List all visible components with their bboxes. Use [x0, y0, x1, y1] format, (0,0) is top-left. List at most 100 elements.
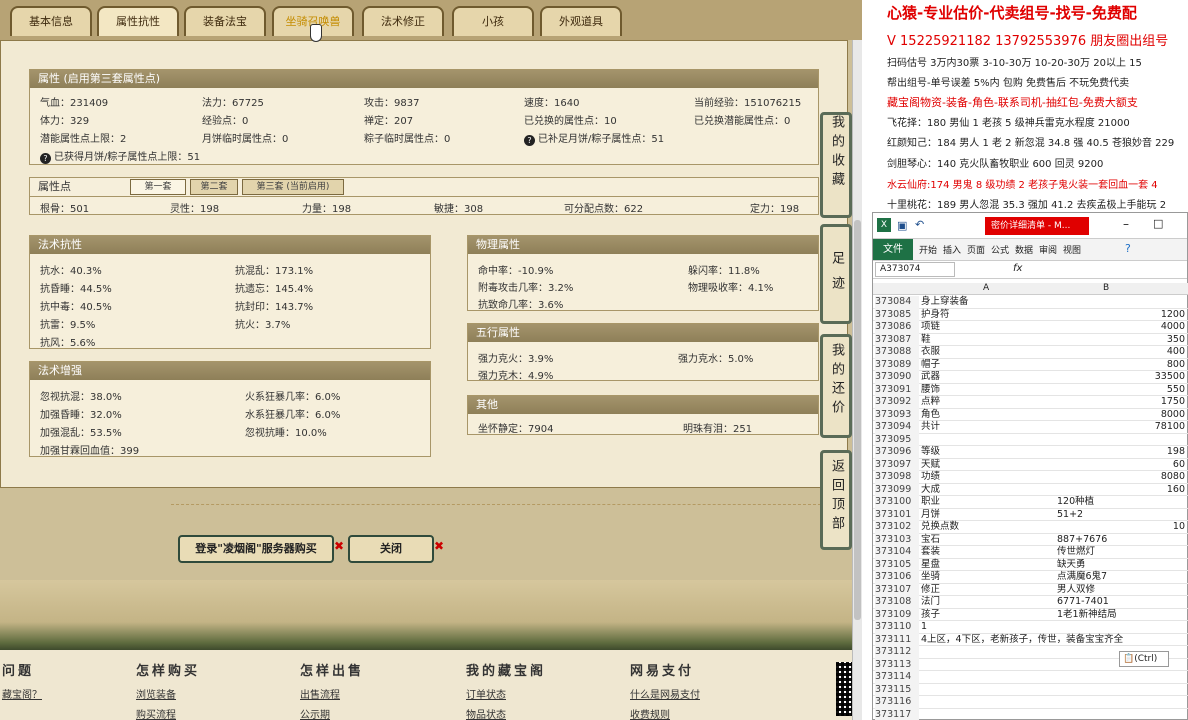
- fx-icon[interactable]: fx: [1013, 263, 1022, 274]
- footer-link[interactable]: 收费规则: [630, 706, 670, 720]
- footer-link[interactable]: 浏览装备: [136, 686, 176, 701]
- ribbon-tab[interactable]: 公式: [991, 243, 1009, 256]
- sheet-row[interactable]: 373101 月饼 51+2: [873, 508, 1188, 522]
- row-number[interactable]: 373100: [875, 496, 919, 509]
- cell-a[interactable]: 护身符: [921, 309, 950, 322]
- row-number[interactable]: 373087: [875, 333, 919, 346]
- scrollbar[interactable]: [852, 40, 862, 720]
- row-number[interactable]: 373111: [875, 633, 919, 646]
- footer-link[interactable]: 出售流程: [300, 686, 340, 701]
- row-number[interactable]: 373091: [875, 383, 919, 396]
- cell-a[interactable]: 星盘: [921, 559, 940, 572]
- subtab-set3[interactable]: 第三套 (当前启用): [242, 179, 344, 195]
- sidebar-my-offers[interactable]: 我的还价: [820, 334, 852, 438]
- sheet-row[interactable]: 373097 天赋 60: [873, 458, 1188, 472]
- cell-a[interactable]: 孩子: [921, 609, 940, 622]
- row-number[interactable]: 373090: [875, 371, 919, 384]
- row-number[interactable]: 373104: [875, 546, 919, 559]
- row-number[interactable]: 373102: [875, 521, 919, 534]
- sheet-row[interactable]: 373110 1: [873, 621, 1188, 634]
- paste-options-button[interactable]: 📋(Ctrl): [1119, 651, 1169, 667]
- sheet-row[interactable]: 373102 兑换点数 10: [873, 521, 1188, 534]
- row-number[interactable]: 373097: [875, 458, 919, 471]
- sheet-row[interactable]: 373115: [873, 683, 1188, 696]
- row-number[interactable]: 373103: [875, 533, 919, 546]
- ribbon-tab[interactable]: 视图: [1063, 243, 1081, 256]
- row-number[interactable]: 373112: [875, 646, 919, 659]
- cell-a[interactable]: 共计: [921, 421, 940, 434]
- sheet-row[interactable]: 373088 衣服 400: [873, 346, 1188, 359]
- cell-b[interactable]: 8000: [1161, 409, 1185, 422]
- sheet-row[interactable]: 373111 4上区，4下区，老新孩子，传世，装备宝宝齐全: [873, 633, 1188, 646]
- help-icon[interactable]: ?: [524, 135, 535, 146]
- cell-b[interactable]: 男人双修: [1057, 584, 1095, 597]
- sheet-row[interactable]: 373093 角色 8000: [873, 408, 1188, 422]
- sheet-row[interactable]: 373098 功绩 8080: [873, 471, 1188, 484]
- cell-a[interactable]: 功绩: [921, 471, 940, 484]
- cell-a[interactable]: 修正: [921, 584, 940, 597]
- cell-b[interactable]: 198: [1167, 446, 1185, 459]
- ribbon-tab[interactable]: 页面: [967, 243, 985, 256]
- ribbon-tab[interactable]: 开始: [919, 243, 937, 256]
- cell-b[interactable]: 1老1新神结局: [1057, 609, 1117, 622]
- row-number[interactable]: 373093: [875, 408, 919, 421]
- cell-b[interactable]: 8080: [1161, 471, 1185, 484]
- help-icon[interactable]: ?: [1125, 242, 1131, 255]
- tab-appearance[interactable]: 外观道具: [540, 6, 622, 36]
- sheet-row[interactable]: 373094 共计 78100: [873, 421, 1188, 434]
- cell-a[interactable]: 项链: [921, 321, 940, 334]
- cell-a[interactable]: 身上穿装备: [921, 296, 969, 309]
- row-number[interactable]: 373101: [875, 508, 919, 521]
- sheet-row[interactable]: 373090 武器 33500: [873, 371, 1188, 384]
- cell-a[interactable]: 天赋: [921, 459, 940, 472]
- sheet-row[interactable]: 373104 套装 传世燃灯: [873, 546, 1188, 559]
- row-number[interactable]: 373107: [875, 583, 919, 596]
- row-number[interactable]: 373105: [875, 558, 919, 571]
- cell-a[interactable]: 坐骑: [921, 571, 940, 584]
- cell-a[interactable]: 腰饰: [921, 384, 940, 397]
- cell-b[interactable]: 60: [1173, 459, 1185, 472]
- sheet-row[interactable]: 373106 坐骑 点满魔6鬼7: [873, 571, 1188, 584]
- ribbon-tab[interactable]: 审阅: [1039, 243, 1057, 256]
- sidebar-favorites[interactable]: 我的收藏: [820, 112, 852, 218]
- login-buy-button[interactable]: 登录"凌烟阁"服务器购买: [178, 535, 334, 563]
- cell-a[interactable]: 鞋: [921, 334, 931, 347]
- cell-b[interactable]: 10: [1173, 521, 1185, 534]
- ribbon-tab[interactable]: 插入: [943, 243, 961, 256]
- cell-b[interactable]: 点满魔6鬼7: [1057, 571, 1107, 584]
- tab-spell-correct[interactable]: 法术修正: [362, 6, 444, 36]
- row-number[interactable]: 373115: [875, 683, 919, 696]
- cell-b[interactable]: 4000: [1161, 321, 1185, 334]
- row-number[interactable]: 373095: [875, 433, 919, 446]
- cell-b[interactable]: 350: [1167, 334, 1185, 347]
- ribbon-tab-file[interactable]: 文件: [873, 239, 913, 260]
- tab-attr-resist[interactable]: 属性抗性: [97, 6, 179, 36]
- cell-b[interactable]: 1200: [1161, 309, 1185, 322]
- row-number[interactable]: 373108: [875, 596, 919, 609]
- column-header-b[interactable]: B: [1103, 283, 1109, 293]
- cell-a[interactable]: 大成: [921, 484, 940, 497]
- tab-equip[interactable]: 装备法宝: [184, 6, 266, 36]
- sheet-row[interactable]: 373099 大成 160: [873, 483, 1188, 497]
- sheet-row[interactable]: 373108 法门 6771-7401: [873, 596, 1188, 609]
- row-number[interactable]: 373092: [875, 396, 919, 409]
- cell-a[interactable]: 套装: [921, 546, 940, 559]
- sidebar-footprint[interactable]: 足迹: [820, 224, 852, 324]
- cell-a[interactable]: 法门: [921, 596, 940, 609]
- sheet-row[interactable]: 373087 鞋 350: [873, 333, 1188, 347]
- name-box[interactable]: A373074: [875, 262, 955, 277]
- column-header-a[interactable]: A: [983, 283, 989, 293]
- row-number[interactable]: 373085: [875, 308, 919, 321]
- help-icon[interactable]: ?: [40, 153, 51, 164]
- row-number[interactable]: 373117: [875, 708, 919, 720]
- row-number[interactable]: 373089: [875, 358, 919, 371]
- cell-a[interactable]: 月饼: [921, 509, 940, 522]
- undo-icon[interactable]: ↶: [915, 218, 924, 231]
- cell-a[interactable]: 职业: [921, 496, 940, 509]
- row-number[interactable]: 373086: [875, 321, 919, 334]
- cell-b[interactable]: 160: [1167, 484, 1185, 497]
- cell-b[interactable]: 887+7676: [1057, 534, 1107, 547]
- cell-a[interactable]: 角色: [921, 409, 940, 422]
- scrollbar-thumb[interactable]: [854, 220, 861, 620]
- footer-link[interactable]: 物品状态: [466, 706, 506, 720]
